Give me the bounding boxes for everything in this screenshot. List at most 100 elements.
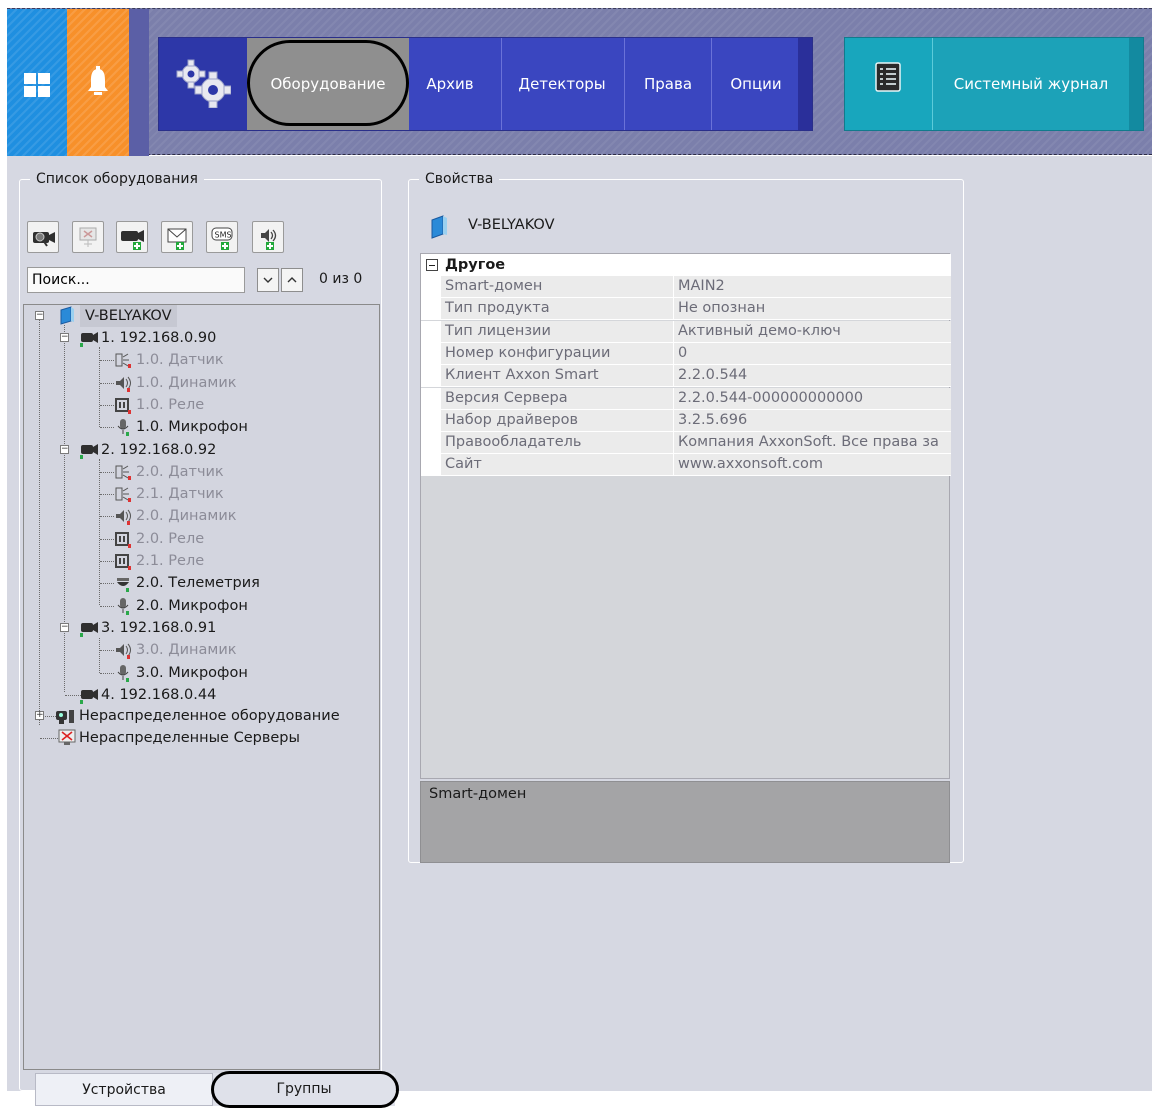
channel-label: 3.0. Динамик: [136, 642, 237, 658]
home-tile[interactable]: [7, 9, 67, 156]
device-label: 2. 192.168.0.92: [101, 442, 217, 458]
tab-rights[interactable]: Права: [625, 38, 711, 130]
property-value[interactable]: 2.2.0.544: [674, 365, 951, 388]
tree-node-unassigned-equipment[interactable]: + Нераспределенное оборудование: [24, 705, 374, 727]
channel-label: 1.0. Микрофон: [136, 419, 248, 435]
tab-options[interactable]: Опции: [712, 38, 800, 130]
tree-node-server[interactable]: − V-BELYAKOV: [24, 305, 374, 327]
content-area: Список оборудования SMS Поиск... 0 из 0 …: [7, 156, 1152, 1108]
search-camera-button[interactable]: [27, 221, 59, 253]
property-value[interactable]: 0: [674, 342, 951, 365]
property-name: Тип продукта: [441, 298, 674, 321]
search-prev-button[interactable]: [281, 268, 303, 292]
collapse-toggle-icon[interactable]: −: [60, 445, 69, 454]
top-navigation-bar: Оборудование Архив Детекторы Права Опции…: [7, 8, 1152, 156]
unassigned-server-icon: [58, 729, 76, 745]
alerts-tile[interactable]: [67, 9, 129, 156]
property-value[interactable]: Компания AxxonSoft. Все права за: [674, 432, 951, 455]
unassigned-equipment-icon: [56, 710, 74, 724]
tree-node-channel[interactable]: 1.0. Микрофон: [24, 416, 374, 438]
expand-toggle-icon[interactable]: +: [35, 711, 44, 720]
property-row[interactable]: Сайт www.axxonsoft.com: [421, 454, 951, 477]
property-gutter: [421, 298, 441, 321]
tree-connector: [100, 427, 114, 428]
property-value[interactable]: 2.2.0.544-000000000000: [674, 387, 951, 410]
property-name: Номер конфигурации: [441, 342, 674, 365]
sensor-icon: [115, 487, 131, 502]
tree-node-channel[interactable]: 2.0. Реле: [24, 528, 374, 550]
property-row[interactable]: Версия Сервера 2.2.0.544-000000000000: [421, 387, 951, 410]
journal-icon-tile[interactable]: [845, 38, 932, 130]
property-value[interactable]: MAIN2: [674, 276, 951, 298]
tree-node-channel[interactable]: 3.0. Динамик: [24, 639, 374, 661]
tree-node-channel[interactable]: 1.0. Реле: [24, 394, 374, 416]
collapse-toggle-icon[interactable]: [426, 259, 438, 271]
property-gutter: [421, 432, 441, 455]
property-grid[interactable]: Другое Smart-домен MAIN2 Тип продукта Не оп…: [420, 253, 951, 779]
tree-node-device[interactable]: − 3. 192.168.0.91: [24, 617, 374, 639]
property-value[interactable]: www.axxonsoft.com: [674, 454, 951, 477]
tree-node-channel[interactable]: 2.0. Динамик: [24, 505, 374, 527]
property-value[interactable]: Активный демо-ключ: [674, 320, 951, 343]
collapse-toggle-icon[interactable]: −: [60, 623, 69, 632]
search-next-button[interactable]: [257, 268, 279, 292]
tree-node-channel[interactable]: 1.0. Датчик: [24, 349, 374, 371]
property-row[interactable]: Набор драйверов 3.2.5.696: [421, 409, 951, 432]
property-row[interactable]: Тип лицензии Активный демо-ключ: [421, 320, 951, 343]
tree-connector: [100, 405, 114, 406]
server-name-label: V-BELYAKOV: [80, 305, 177, 327]
tab-equipment[interactable]: Оборудование: [247, 38, 409, 130]
server-icon: [60, 306, 74, 325]
delete-button[interactable]: [72, 221, 104, 253]
system-journal-label[interactable]: Системный журнал: [933, 38, 1129, 130]
property-category[interactable]: Другое: [421, 254, 951, 276]
tree-node-channel[interactable]: 2.0. Микрофон: [24, 595, 374, 617]
channel-label: 2.1. Датчик: [136, 486, 224, 502]
tree-node-device[interactable]: − 2. 192.168.0.92: [24, 439, 374, 461]
tree-node-channel[interactable]: 3.0. Микрофон: [24, 662, 374, 684]
tree-node-device[interactable]: − 1. 192.168.0.90: [24, 327, 374, 349]
tree-node-channel[interactable]: 1.0. Динамик: [24, 372, 374, 394]
property-name: Клиент Axxon Smart: [441, 365, 674, 388]
property-row[interactable]: Номер конфигурации 0: [421, 342, 951, 365]
add-email-button[interactable]: [161, 221, 193, 253]
add-speaker-button[interactable]: [252, 221, 284, 253]
add-sms-button[interactable]: SMS: [206, 221, 238, 253]
tree-node-device[interactable]: 4. 192.168.0.44: [24, 684, 374, 706]
category-label: Другое: [445, 257, 506, 273]
sensor-icon: [115, 465, 131, 480]
equipment-tree[interactable]: − V-BELYAKOV − 1. 192.168.0.90 1.0. Датчик…: [23, 304, 380, 1070]
add-sms-icon: SMS: [211, 227, 233, 250]
tab-devices[interactable]: Устройства: [35, 1073, 213, 1106]
property-name: Smart-домен: [441, 276, 674, 298]
tab-groups[interactable]: Группы: [213, 1073, 395, 1106]
channel-label: 2.1. Реле: [136, 553, 205, 569]
settings-tile[interactable]: [159, 38, 247, 130]
property-name: Правообладатель: [441, 432, 674, 455]
property-row[interactable]: Smart-домен MAIN2: [421, 276, 951, 298]
property-row[interactable]: Правообладатель Компания AxxonSoft. Все п…: [421, 432, 951, 455]
tree-connector: [100, 383, 114, 384]
property-row[interactable]: Тип продукта Не опознан: [421, 298, 951, 321]
ptz-dome-icon: [117, 578, 129, 592]
add-camera-button[interactable]: [116, 221, 148, 253]
property-value[interactable]: 3.2.5.696: [674, 409, 951, 432]
speaker-icon: [116, 509, 131, 525]
property-gutter: [421, 276, 441, 298]
tree-node-channel[interactable]: 2.0. Телеметрия: [24, 572, 374, 594]
add-speaker-icon: [261, 229, 277, 250]
tree-node-channel[interactable]: 2.0. Датчик: [24, 461, 374, 483]
tree-node-channel[interactable]: 2.1. Реле: [24, 550, 374, 572]
tree-node-unassigned-servers[interactable]: Нераспределенные Серверы: [24, 727, 374, 749]
collapse-toggle-icon[interactable]: −: [35, 311, 44, 320]
tree-node-channel[interactable]: 2.1. Датчик: [24, 483, 374, 505]
system-journal-strip[interactable]: Системный журнал: [844, 37, 1144, 131]
tab-archive[interactable]: Архив: [411, 38, 489, 130]
tab-detectors[interactable]: Детекторы: [502, 38, 622, 130]
property-value[interactable]: Не опознан: [674, 298, 951, 321]
properties-panel-body: V-BELYAKOV Другое Smart-домен MAIN2 Тип пр…: [408, 171, 964, 863]
search-input[interactable]: [27, 267, 245, 293]
collapse-toggle-icon[interactable]: −: [60, 333, 69, 342]
property-row[interactable]: Клиент Axxon Smart 2.2.0.544: [421, 365, 951, 388]
sensor-icon: [115, 353, 131, 368]
